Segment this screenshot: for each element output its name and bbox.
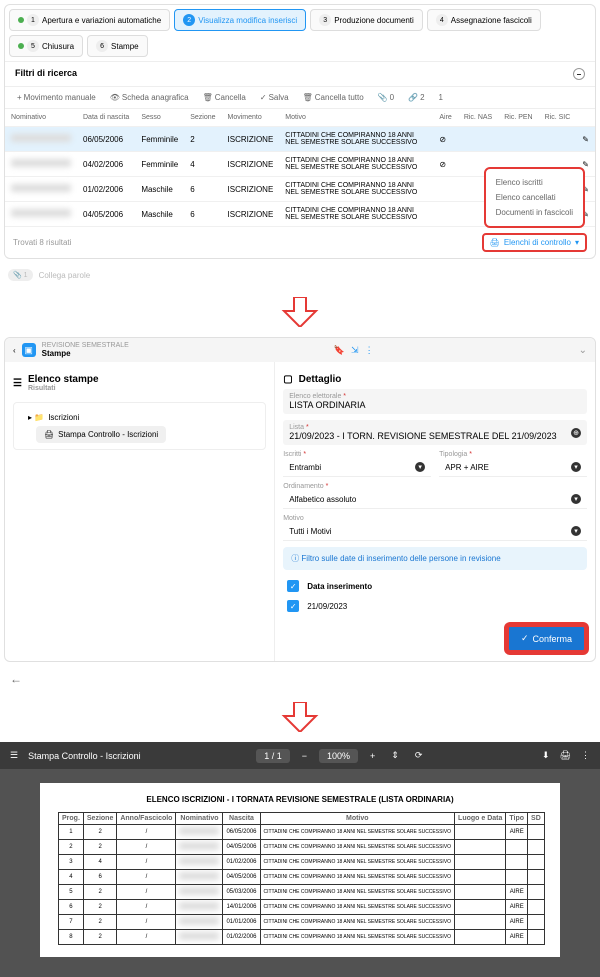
dest-label: Elenco elettorale xyxy=(289,393,341,400)
confirm-button[interactable]: ✓ Conferma xyxy=(506,624,587,653)
elenco-title: Elenco stampe xyxy=(28,374,99,385)
chevron-down-icon[interactable]: ▾ xyxy=(571,494,581,504)
pdf-row: 52/05/03/2006CITTADINI CHE COMPIRANNO 18… xyxy=(59,885,545,900)
dettaglio-title: Dettaglio xyxy=(299,374,342,385)
rotate-icon[interactable]: ⟳ xyxy=(411,748,427,763)
col-sex: Sesso xyxy=(135,109,184,127)
pdf-doc-title: ELENCO ISCRIZIONI - I TORNATA REVISIONE … xyxy=(58,795,542,804)
date-value-checkbox[interactable]: ✓ xyxy=(287,600,299,612)
col-aire: Aire xyxy=(433,109,457,127)
app-icon: ▣ xyxy=(22,343,36,357)
iscritti-label: Iscritti xyxy=(283,451,301,458)
page-title: Stampe xyxy=(42,349,129,358)
pdf-row: 82/01/02/2006CITTADINI CHE COMPIRANNO 18… xyxy=(59,930,545,945)
iscritti-value[interactable]: Entrambi xyxy=(289,463,321,472)
pdf-row: 72/01/01/2006CITTADINI CHE COMPIRANNO 18… xyxy=(59,915,545,930)
tipo-label: Tipologia xyxy=(439,451,467,458)
attach-count[interactable]: 📎 0 xyxy=(374,91,398,104)
more-count[interactable]: 1 xyxy=(435,91,447,104)
chevron-down-icon[interactable]: ▾ xyxy=(571,526,581,536)
elenco-sub: Risultati xyxy=(28,385,99,392)
tab-6[interactable]: 6Stampe xyxy=(87,35,148,57)
col-nominativo: Nominativo xyxy=(5,109,77,127)
anagraphic-card-button[interactable]: 👁 Scheda anagrafica xyxy=(106,91,193,104)
chevron-down-icon[interactable]: ▾ xyxy=(415,462,425,472)
link-words[interactable]: Collega parole xyxy=(39,271,91,280)
lista-label: Lista xyxy=(289,424,304,431)
print-icon[interactable]: 🖨 xyxy=(560,750,571,761)
hamburger-icon[interactable]: ☰ xyxy=(10,750,18,761)
ord-value[interactable]: Alfabetico assoluto xyxy=(289,495,356,504)
arrow-down-icon xyxy=(0,702,600,732)
chevron-down-icon: ▾ xyxy=(575,238,579,247)
date-checkbox[interactable]: ✓ xyxy=(287,580,299,592)
dest-value: LISTA ORDINARIA xyxy=(289,400,581,410)
col-ricsic: Ric. SIC xyxy=(539,109,577,127)
filter-header: Filtri di ricerca xyxy=(15,68,77,80)
save-button[interactable]: ✓ Salva xyxy=(256,91,293,104)
col-ricpen: Ric. PEN xyxy=(498,109,538,127)
col-dob: Data di nascita xyxy=(77,109,135,127)
dropdown-item[interactable]: Elenco cancellati xyxy=(492,190,577,205)
tab-1[interactable]: 1Apertura e variazioni automatiche xyxy=(9,9,170,31)
lista-value: 21/09/2023 - I TORN. REVISIONE SEMESTRAL… xyxy=(289,431,556,441)
tree-leaf-stampa[interactable]: 🖨 Stampa Controllo - Iscrizioni xyxy=(36,426,166,443)
fit-page-icon[interactable]: ⇕ xyxy=(387,748,403,763)
delete-button[interactable]: 🗑 Cancella xyxy=(199,91,250,104)
date-value: 21/09/2023 xyxy=(307,602,347,611)
pdf-row: 62/14/01/2006CITTADINI CHE COMPIRANNO 18… xyxy=(59,900,545,915)
breadcrumb: REVISIONE SEMESTRALE xyxy=(42,342,129,349)
panel-collapse-icon[interactable]: ⌄ xyxy=(579,345,587,356)
bookmark-icon[interactable]: 🔖 xyxy=(334,345,345,356)
pdf-row: 22/04/05/2006CITTADINI CHE COMPIRANNO 18… xyxy=(59,840,545,855)
col-mot: Motivo xyxy=(279,109,433,127)
pdf-row: 46/04/05/2006CITTADINI CHE COMPIRANNO 18… xyxy=(59,870,545,885)
tab-5[interactable]: 5Chiusura xyxy=(9,35,83,57)
more-icon[interactable]: ⋮ xyxy=(365,345,374,356)
pdf-table: Prog.SezioneAnno/Fascicolo NominativoNas… xyxy=(58,812,545,945)
print-icon: 🖨 xyxy=(490,238,500,247)
control-lists-menu: Elenco iscrittiElenco cancellatiDocument… xyxy=(484,167,585,228)
pdf-title: Stampa Controllo - Iscrizioni xyxy=(28,751,141,761)
dropdown-item[interactable]: Documenti in fascicoli xyxy=(492,205,577,220)
add-movement-button[interactable]: + Movimento manuale xyxy=(13,91,100,104)
download-icon[interactable]: ⬇ xyxy=(542,750,550,761)
col-sec: Sezione xyxy=(184,109,221,127)
back-button[interactable]: ← xyxy=(0,666,600,692)
pdf-row: 12/06/05/2006CITTADINI CHE COMPIRANNO 18… xyxy=(59,825,545,840)
ord-label: Ordinamento xyxy=(283,483,323,490)
list-icon: ☰ xyxy=(13,378,22,389)
date-check-label: Data inserimento xyxy=(307,582,372,591)
edit-row-button[interactable]: ✎ xyxy=(576,127,595,152)
detail-icon: ▢ xyxy=(283,374,292,385)
chevron-left-icon[interactable]: ‹ xyxy=(13,346,16,355)
results-count: Trovati 8 risultati xyxy=(13,238,71,247)
control-lists-trigger[interactable]: 🖨 Elenchi di controllo ▾ xyxy=(482,233,587,252)
link-count[interactable]: 🔗 2 xyxy=(404,91,428,104)
info-banner: ⓘ Filtro sulle date di inserimento delle… xyxy=(283,547,587,570)
attachment-badge[interactable]: 📎 1 xyxy=(8,269,33,281)
col-mov: Movimento xyxy=(222,109,280,127)
col-ricnas: Ric. NAS xyxy=(458,109,498,127)
cancel-all-button[interactable]: 🗑 Cancella tutto xyxy=(299,91,368,104)
filter-collapse-icon[interactable]: – xyxy=(573,68,585,80)
dropdown-item[interactable]: Elenco iscritti xyxy=(492,175,577,190)
pdf-row: 34/01/02/2006CITTADINI CHE COMPIRANNO 18… xyxy=(59,855,545,870)
lista-select-icon[interactable]: ⊕ xyxy=(571,428,581,438)
tab-4[interactable]: 4Assegnazione fascicoli xyxy=(427,9,541,31)
tab-2[interactable]: 2Visualizza modifica inserisci xyxy=(174,9,306,31)
more-icon[interactable]: ⋮ xyxy=(581,750,590,761)
compress-icon[interactable]: ⇲ xyxy=(351,345,359,356)
arrow-down-icon xyxy=(0,297,600,327)
tipo-value[interactable]: APR + AIRE xyxy=(445,463,489,472)
tree-folder[interactable]: ▸ 📁 Iscrizioni xyxy=(20,409,259,426)
table-row[interactable]: 06/05/2006Femminile2ISCRIZIONECITTADINI … xyxy=(5,127,595,152)
tab-3[interactable]: 3Produzione documenti xyxy=(310,9,423,31)
motivo-label: Motivo xyxy=(283,515,587,522)
motivo-value[interactable]: Tutti i Motivi xyxy=(289,527,331,536)
chevron-down-icon[interactable]: ▾ xyxy=(571,462,581,472)
